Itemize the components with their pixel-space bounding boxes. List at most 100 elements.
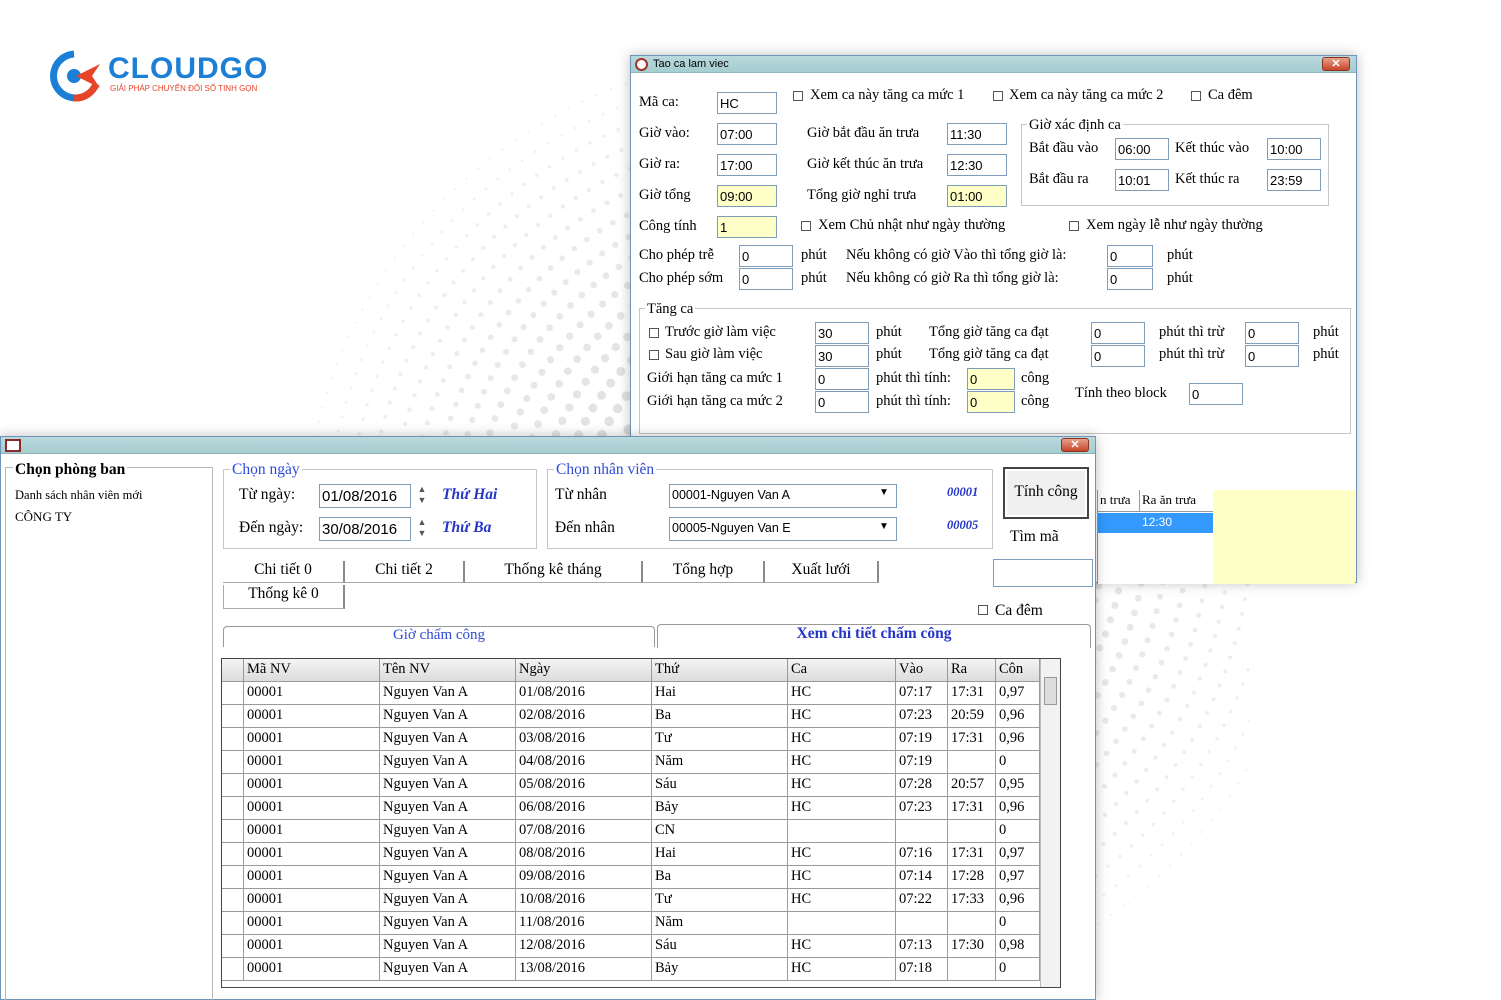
table-row[interactable]: 00001 Nguyen Van A 09/08/2016 Ba HC 07:14 17:2… xyxy=(222,866,1040,889)
block-input[interactable]: 0 xyxy=(1189,383,1243,405)
ot-before-input[interactable]: 30 xyxy=(815,322,869,344)
row-selector[interactable] xyxy=(222,912,244,935)
close-icon[interactable]: ✕ xyxy=(1322,57,1350,71)
table-row[interactable]: 00001 Nguyen Van A 07/08/2016 CN 0 xyxy=(222,820,1040,843)
ot-minus2-input[interactable]: 0 xyxy=(1245,345,1299,367)
ot-total1-input[interactable]: 0 xyxy=(1091,322,1145,344)
table-row[interactable]: 00001 Nguyen Van A 13/08/2016 Bảy HC 07:18 0 xyxy=(222,958,1040,981)
from-date-input[interactable]: 01/08/2016 xyxy=(319,484,411,508)
row-selector[interactable] xyxy=(222,843,244,866)
grid-lunch-out-value[interactable]: 12:30 xyxy=(1140,513,1216,533)
table-row[interactable]: 00001 Nguyen Van A 06/08/2016 Bảy HC 07:23 17:… xyxy=(222,797,1040,820)
row-selector[interactable] xyxy=(222,774,244,797)
chevron-down-icon[interactable]: ▼ xyxy=(879,521,889,532)
shift-window-titlebar[interactable]: Tao ca lam viec ✕ xyxy=(631,56,1356,73)
subtab-punch-times[interactable]: Giờ chấm công xyxy=(223,626,655,647)
row-selector[interactable] xyxy=(222,820,244,843)
column-header[interactable]: Thứ xyxy=(652,659,788,682)
table-row[interactable]: 00001 Nguyen Van A 04/08/2016 Năm HC 07:19 0 xyxy=(222,751,1040,774)
column-header[interactable]: Vào xyxy=(896,659,948,682)
column-header[interactable]: Ra xyxy=(948,659,996,682)
ot-minus1-input[interactable]: 0 xyxy=(1245,322,1299,344)
attendance-titlebar[interactable]: ✕ xyxy=(1,437,1095,454)
tab-stats-0[interactable]: Thống kê 0 xyxy=(223,585,345,609)
to-date-spinner[interactable]: ▲ ▼ xyxy=(412,517,432,541)
subtab-detail-view[interactable]: Xem chi tiết chấm công xyxy=(657,624,1091,648)
ot-calc1-input[interactable]: 0 xyxy=(967,368,1015,390)
row-selector[interactable] xyxy=(222,889,244,912)
row-selector[interactable] xyxy=(222,682,244,705)
row-selector[interactable] xyxy=(222,935,244,958)
start-in-input[interactable]: 06:00 xyxy=(1115,138,1169,160)
ot-before-checkbox[interactable] xyxy=(649,328,659,338)
ot1-checkbox[interactable] xyxy=(793,91,803,101)
from-date-spinner[interactable]: ▲ ▼ xyxy=(412,484,432,508)
no-in-input[interactable]: 0 xyxy=(1107,245,1153,267)
to-date-input[interactable]: 30/08/2016 xyxy=(319,517,411,541)
chevron-down-icon[interactable]: ▼ xyxy=(879,487,889,498)
table-row[interactable]: 00001 Nguyen Van A 11/08/2016 Năm 0 xyxy=(222,912,1040,935)
ot-limit1-input[interactable]: 0 xyxy=(815,368,869,390)
table-cell: HC xyxy=(788,843,896,866)
cong-tinh-input[interactable]: 1 xyxy=(717,216,777,238)
ot-limit2-input[interactable]: 0 xyxy=(815,391,869,413)
gio-vao-input[interactable]: 07:00 xyxy=(717,123,777,145)
late-input[interactable]: 0 xyxy=(739,245,793,267)
holiday-checkbox[interactable] xyxy=(1069,221,1079,231)
close-icon[interactable]: ✕ xyxy=(1061,438,1089,452)
scrollbar-thumb[interactable] xyxy=(1044,677,1057,705)
night-shift-checkbox[interactable] xyxy=(1191,91,1201,101)
ot2-checkbox[interactable] xyxy=(993,91,1003,101)
from-emp-select[interactable]: 00001-Nguyen Van A xyxy=(669,484,897,508)
table-row[interactable]: 00001 Nguyen Van A 02/08/2016 Ba HC 07:23 20:5… xyxy=(222,705,1040,728)
row-selector[interactable] xyxy=(222,705,244,728)
ot-after-input[interactable]: 30 xyxy=(815,345,869,367)
lunch-end-input[interactable]: 12:30 xyxy=(947,154,1007,176)
vertical-scrollbar[interactable] xyxy=(1040,659,1060,987)
table-row[interactable]: 00001 Nguyen Van A 03/08/2016 Tư HC 07:19 17:3… xyxy=(222,728,1040,751)
table-row[interactable]: 00001 Nguyen Van A 10/08/2016 Tư HC 07:22 17:3… xyxy=(222,889,1040,912)
early-input[interactable]: 0 xyxy=(739,268,793,290)
tab-summary[interactable]: Tổng hợp xyxy=(643,561,765,583)
row-selector[interactable] xyxy=(222,797,244,820)
tab-export-grid[interactable]: Xuất lưới xyxy=(765,561,879,583)
tab-detail-0[interactable]: Chi tiết 0 xyxy=(223,561,345,583)
column-header[interactable]: Ca xyxy=(788,659,896,682)
column-header[interactable]: Tên NV xyxy=(380,659,516,682)
row-selector[interactable] xyxy=(222,866,244,889)
sunday-checkbox[interactable] xyxy=(801,221,811,231)
end-out-input[interactable]: 23:59 xyxy=(1267,169,1321,191)
tab-detail-2[interactable]: Chi tiết 2 xyxy=(345,561,465,583)
ma-ca-input[interactable]: HC xyxy=(717,92,777,114)
gio-tong-input[interactable]: 09:00 xyxy=(717,185,777,207)
table-row[interactable]: 00001 Nguyen Van A 08/08/2016 Hai HC 07:16 17:… xyxy=(222,843,1040,866)
gio-ra-input[interactable]: 17:00 xyxy=(717,154,777,176)
row-selector[interactable] xyxy=(222,751,244,774)
start-out-input[interactable]: 10:01 xyxy=(1115,169,1169,191)
row-selector[interactable] xyxy=(222,958,244,981)
grid-selected-cell[interactable] xyxy=(1098,513,1140,533)
row-selector[interactable] xyxy=(222,728,244,751)
column-header[interactable]: Côn xyxy=(996,659,1040,682)
lunch-start-input[interactable]: 11:30 xyxy=(947,123,1007,145)
no-out-input[interactable]: 0 xyxy=(1107,268,1153,290)
ot-after-checkbox[interactable] xyxy=(649,350,659,360)
table-row[interactable]: 00001 Nguyen Van A 12/08/2016 Sáu HC 07:13 17:… xyxy=(222,935,1040,958)
table-cell: 07:14 xyxy=(896,866,948,889)
night-shift-checkbox[interactable] xyxy=(978,605,988,615)
ot-total2-input[interactable]: 0 xyxy=(1091,345,1145,367)
tab-monthly-stats[interactable]: Thống kê tháng xyxy=(465,561,643,583)
lunch-total-input[interactable]: 01:00 xyxy=(947,185,1007,207)
find-code-input[interactable] xyxy=(993,559,1093,587)
row-selector[interactable] xyxy=(222,659,244,682)
to-emp-select[interactable]: 00005-Nguyen Van E xyxy=(669,517,897,541)
table-row[interactable]: 00001 Nguyen Van A 05/08/2016 Sáu HC 07:28 20:… xyxy=(222,774,1040,797)
end-in-input[interactable]: 10:00 xyxy=(1267,138,1321,160)
ot-calc2-input[interactable]: 0 xyxy=(967,391,1015,413)
dept-item-new[interactable]: Danh sách nhân viên mới xyxy=(15,488,142,503)
column-header[interactable]: Ngày xyxy=(516,659,652,682)
table-row[interactable]: 00001 Nguyen Van A 01/08/2016 Hai HC 07:17 17:… xyxy=(222,682,1040,705)
dept-item-company[interactable]: CÔNG TY xyxy=(15,509,72,525)
column-header[interactable]: Mã NV xyxy=(244,659,380,682)
calculate-button[interactable]: Tính công xyxy=(1003,467,1089,519)
